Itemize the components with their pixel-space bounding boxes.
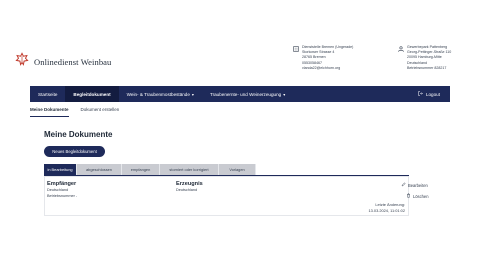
product-country: Deutschland [176,188,198,192]
main-nav: Startseite Begleitdokument Wein- & Traub… [30,86,450,102]
nav-item-bestaende[interactable]: Wein- & Traubenmostbestände ▾ [119,86,202,102]
status-tabs: in Bearbeitung abgeschlossen empfangen s… [44,164,256,175]
tab-abgeschlossen[interactable]: abgeschlossen [77,164,122,175]
edit-button[interactable]: Bearbeiten [401,182,428,188]
delete-button[interactable]: Löschen [406,193,428,199]
trash-icon [406,193,411,199]
user-line: Betriebsnummer 828217 [407,65,447,70]
recipient-block: Empfänger Deutschland Betriebsnummer - [47,181,77,199]
new-document-button[interactable]: Neues Begleitdokument [44,146,105,157]
tab-in-bearbeitung[interactable]: in Bearbeitung [44,164,77,175]
nav-item-begleitdokument[interactable]: Begleitdokument [65,86,119,102]
chevron-down-icon: ▾ [191,91,194,97]
recipient-number: Betriebsnummer - [47,194,78,198]
nav-item-startseite[interactable]: Startseite [30,86,65,102]
page: Onlinedienst Weinbau Dienststelle Bremen… [0,0,480,270]
app-name: Onlinedienst Weinbau [34,56,112,67]
grape-leaf-logo-icon [15,52,29,71]
nav-item-traubenernte[interactable]: Traubenernte- und Weinerzeugung ▾ [202,86,293,102]
logout-icon [418,91,423,97]
sub-nav: Meine Dokumente Dokument erstellen [30,107,450,117]
subnav-meine-dokumente[interactable]: Meine Dokumente [30,107,69,117]
page-title: Meine Dokumente [44,130,113,139]
logout-label: Logout [425,91,440,97]
document-card: Empfänger Deutschland Betriebsnummer - E… [44,176,409,216]
tab-empfangen[interactable]: empfangen [122,164,160,175]
last-change: Letzte Änderung: 13.03.2024, 11:01:02 [360,202,406,213]
pencil-icon [401,182,406,188]
logout-button[interactable]: Logout [410,86,450,102]
subnav-dokument-erstellen[interactable]: Dokument erstellen [81,107,120,117]
user-icon [398,46,404,52]
delete-label: Löschen [413,193,429,199]
building-icon [293,46,299,52]
edit-label: Bearbeiten [408,182,428,188]
office-line: vlanda22@elchhorn.org [302,65,341,70]
tab-storniert[interactable]: storniert oder korrigiert [160,164,219,175]
last-change-value: 13.03.2024, 11:01:02 [368,207,406,213]
chevron-down-icon: ▾ [283,91,286,97]
product-block: Erzeugnis Deutschland [176,181,203,193]
tab-vorlagen[interactable]: Vorlagen [219,164,256,175]
app-logo[interactable]: Onlinedienst Weinbau [15,52,111,71]
